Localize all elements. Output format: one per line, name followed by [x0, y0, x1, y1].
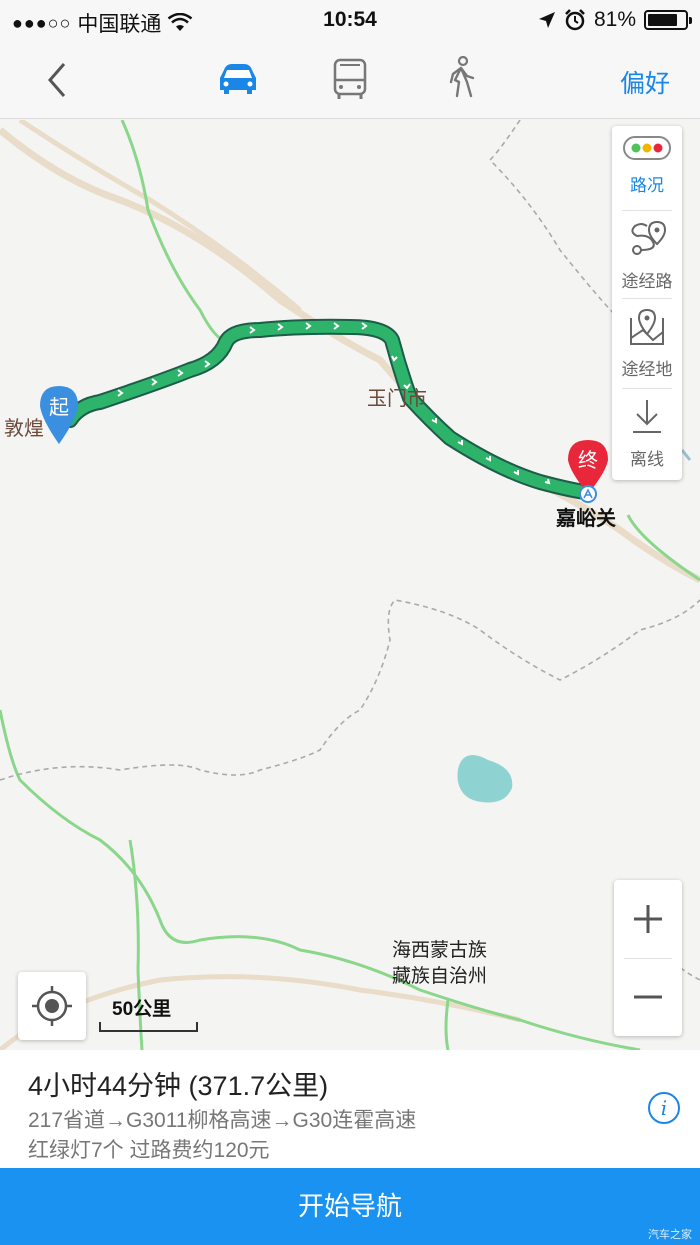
region-label: 海西蒙古族 藏族自治州 — [392, 938, 487, 990]
via-road-button[interactable]: 途经路 — [612, 220, 682, 292]
route-summary-panel[interactable]: 4小时44分钟 (371.7公里) 217省道→G3011柳格高速→G30连霍高… — [0, 1050, 700, 1168]
car-icon[interactable] — [214, 56, 262, 102]
region-label-line1: 海西蒙古族 — [392, 940, 488, 961]
start-city-label: 敦煌 — [4, 418, 44, 440]
offline-label: 离线 — [630, 450, 664, 469]
end-marker-label: 终 — [578, 448, 598, 472]
battery-icon — [644, 10, 692, 30]
info-icon[interactable]: i — [648, 1092, 680, 1124]
offline-button[interactable]: 离线 — [612, 398, 682, 470]
end-city-label: 嘉峪关 — [556, 508, 616, 530]
alarm-icon — [565, 9, 585, 31]
status-bar: ●●●○○ 中国联通 10:54 81% — [0, 0, 700, 40]
route-path-icon — [631, 220, 667, 255]
end-pin-icon[interactable]: 终 — [566, 438, 610, 504]
traffic-light-icon — [623, 136, 671, 160]
crosshair-icon — [32, 986, 72, 1026]
locate-me-button[interactable] — [18, 972, 86, 1040]
map-canvas — [0, 120, 700, 1050]
battery-level — [648, 14, 678, 26]
route-mode-bar: 偏好 — [0, 40, 700, 119]
route-details: 红绿灯7个 过路费约120元 — [28, 1139, 270, 1162]
map-pin-icon — [630, 308, 664, 345]
scale-label: 50公里 — [112, 999, 172, 1020]
scale-bar — [99, 1022, 198, 1032]
watermark: 汽车之家 — [648, 1229, 692, 1241]
start-navigation-button[interactable]: 开始导航 — [0, 1168, 700, 1245]
location-arrow-icon — [538, 12, 555, 28]
preference-button[interactable]: 偏好 — [620, 64, 670, 100]
zoom-in-button[interactable] — [614, 880, 682, 958]
minus-icon — [634, 995, 662, 999]
start-pin-icon[interactable]: 起 — [38, 384, 80, 446]
via-road-label: 途经路 — [621, 272, 673, 291]
map-view[interactable]: 起 终 敦煌 玉门市 嘉峪关 海西蒙古族 藏族自治州 — [0, 120, 700, 1050]
route-roads: 217省道→G3011柳格高速→G30连霍高速 — [28, 1109, 417, 1132]
back-icon[interactable] — [40, 60, 76, 100]
download-icon — [633, 400, 661, 433]
map-tools-panel: 路况 途经路 途经地 离线 — [612, 126, 682, 480]
start-marker-label: 起 — [49, 395, 69, 419]
zoom-controls — [614, 880, 682, 1036]
zoom-out-button[interactable] — [614, 958, 682, 1036]
region-label-line2: 藏族自治州 — [392, 966, 488, 987]
traffic-label: 路况 — [630, 176, 664, 195]
battery-percent: 81% — [593, 8, 636, 31]
bus-icon[interactable] — [326, 56, 374, 102]
walk-icon[interactable] — [437, 56, 485, 102]
via-place-label: 途经地 — [621, 360, 673, 379]
plus-icon — [634, 905, 662, 933]
route-duration-distance: 4小时44分钟 (371.7公里) — [28, 1071, 329, 1101]
traffic-toggle[interactable]: 路况 — [612, 134, 682, 196]
via-place-button[interactable]: 途经地 — [612, 308, 682, 380]
city-label-yumen: 玉门市 — [367, 388, 427, 410]
